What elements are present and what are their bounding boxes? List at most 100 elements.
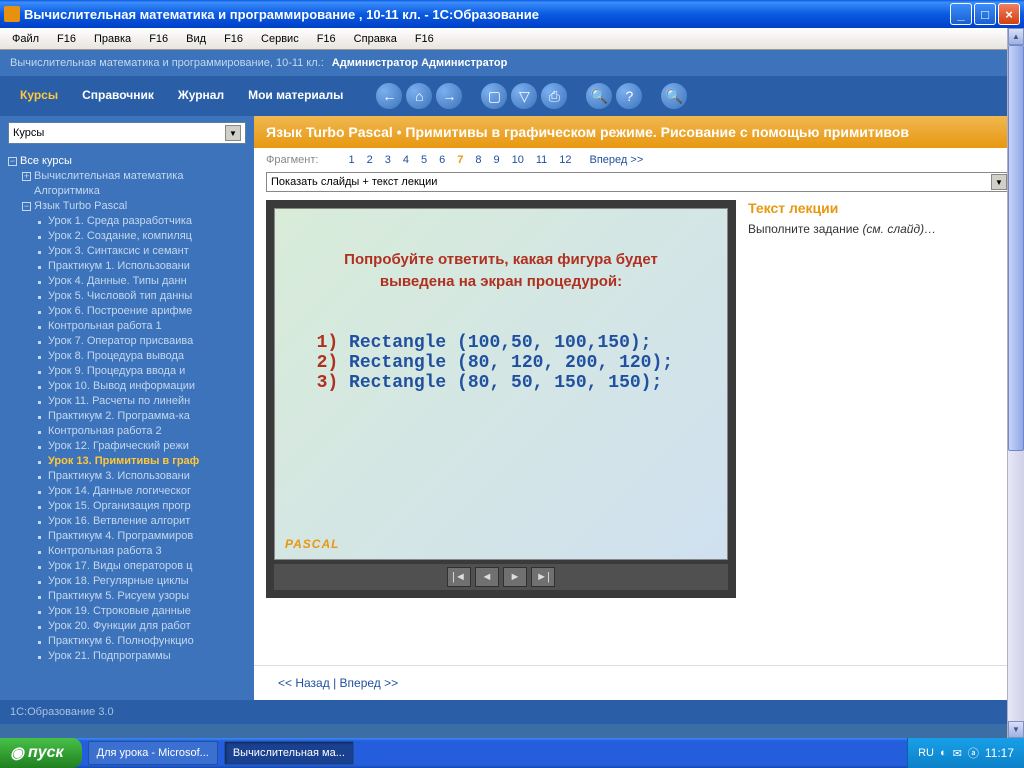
tree-leaf[interactable]: Урок 17. Виды операторов ц	[36, 559, 254, 574]
tree-leaf[interactable]: Урок 4. Данные. Типы данн	[36, 274, 254, 289]
window-scrollbar[interactable]: ▲ ▼	[1007, 28, 1024, 738]
help-icon[interactable]: ?	[615, 82, 643, 110]
course-tree: −Все курсы +Вычислительная математика +А…	[0, 150, 254, 700]
nav-forward-icon[interactable]: →	[435, 82, 463, 110]
tree-leaf[interactable]: Урок 15. Организация прогр	[36, 499, 254, 514]
zoom-icon[interactable]: 🔍	[660, 82, 688, 110]
tree-leaf[interactable]: Урок 9. Процедура ввода и	[36, 364, 254, 379]
dropdown-icon[interactable]: ▼	[225, 125, 241, 141]
tree-leaf[interactable]: Практикум 3. Использовани	[36, 469, 254, 484]
breadcrumb-path: Вычислительная математика и программиров…	[10, 57, 324, 69]
tree-leaf[interactable]: Урок 14. Данные логическог	[36, 484, 254, 499]
fragment-page[interactable]: 6	[433, 152, 451, 168]
tool1-icon[interactable]: ▢	[480, 82, 508, 110]
tree-leaf[interactable]: Урок 19. Строковые данные	[36, 604, 254, 619]
maximize-button[interactable]: □	[974, 3, 996, 25]
tree-leaf[interactable]: Практикум 6. Полнофункцио	[36, 634, 254, 649]
bottom-back[interactable]: << Назад	[278, 676, 330, 690]
tab-courses[interactable]: Курсы	[8, 76, 70, 116]
fragment-forward[interactable]: Вперед >>	[590, 154, 644, 166]
tree-leaf[interactable]: Урок 10. Вывод информации	[36, 379, 254, 394]
taskbar-item-active[interactable]: Вычислительная ма...	[224, 741, 354, 765]
tab-my-materials[interactable]: Мои материалы	[236, 76, 355, 116]
tree-leaf[interactable]: Контрольная работа 1	[36, 319, 254, 334]
search-icon[interactable]: 🔍	[585, 82, 613, 110]
close-button[interactable]: ×	[998, 3, 1020, 25]
dropdown-icon[interactable]: ▼	[991, 174, 1007, 190]
menu-file[interactable]: Файл	[6, 31, 45, 47]
tree-branch[interactable]: −Язык Turbo Pascal Урок 1. Среда разрабо…	[22, 199, 254, 664]
tree-leaf[interactable]: Урок 18. Регулярные циклы	[36, 574, 254, 589]
tree-branch[interactable]: +Вычислительная математика	[22, 169, 254, 184]
slide-prev-icon[interactable]: ◄	[475, 567, 499, 587]
tree-leaf[interactable]: Урок 1. Среда разработчика	[36, 214, 254, 229]
tree-leaf[interactable]: Урок 21. Подпрограммы	[36, 649, 254, 664]
statusbar-text: 1С:Образование 3.0	[10, 706, 114, 718]
fragment-page[interactable]: 8	[469, 152, 487, 168]
tree-leaf[interactable]: Практикум 4. Программиров	[36, 529, 254, 544]
sidebar-select-value: Курсы	[13, 127, 44, 139]
fragment-page[interactable]: 4	[397, 152, 415, 168]
tree-leaf[interactable]: Урок 20. Функции для работ	[36, 619, 254, 634]
menu-help[interactable]: Справка	[348, 31, 403, 47]
fragment-page[interactable]: 12	[553, 152, 577, 168]
slide-next-icon[interactable]: ►	[503, 567, 527, 587]
tray-icon[interactable]: ◐	[940, 747, 947, 759]
tree-leaf[interactable]: Урок 13. Примитивы в граф	[36, 454, 254, 469]
tree-leaf[interactable]: Урок 11. Расчеты по линейн	[36, 394, 254, 409]
fragment-page[interactable]: 5	[415, 152, 433, 168]
slide-mode-select[interactable]: Показать слайды + текст лекции ▼	[266, 172, 1012, 192]
slide-first-icon[interactable]: |◄	[447, 567, 471, 587]
tray-lang[interactable]: RU	[918, 747, 934, 759]
fragment-page[interactable]: 7	[451, 152, 469, 168]
scroll-up-icon[interactable]: ▲	[1008, 28, 1024, 45]
tree-leaf[interactable]: Контрольная работа 2	[36, 424, 254, 439]
menu-service[interactable]: Сервис	[255, 31, 305, 47]
tree-branch[interactable]: +Алгоритмика	[22, 184, 254, 199]
tree-leaf[interactable]: Урок 7. Оператор присваива	[36, 334, 254, 349]
tray-icon[interactable]: ✉	[953, 747, 962, 760]
tray-clock[interactable]: 11:17	[985, 746, 1014, 760]
slide-last-icon[interactable]: ►|	[531, 567, 555, 587]
nav-back-icon[interactable]: ←	[375, 82, 403, 110]
fragment-page[interactable]: 1	[342, 152, 360, 168]
tab-journal[interactable]: Журнал	[166, 76, 236, 116]
start-button[interactable]: ◉пуск	[0, 738, 82, 768]
fragment-page[interactable]: 3	[379, 152, 397, 168]
tree-leaf[interactable]: Практикум 1. Использовани	[36, 259, 254, 274]
tree-leaf[interactable]: Урок 6. Построение арифме	[36, 304, 254, 319]
tree-leaf[interactable]: Контрольная работа 3	[36, 544, 254, 559]
tree-root[interactable]: −Все курсы	[8, 154, 254, 169]
tree-leaf[interactable]: Практикум 5. Рисуем узоры	[36, 589, 254, 604]
tab-reference[interactable]: Справочник	[70, 76, 166, 116]
fragment-page[interactable]: 11	[530, 152, 553, 168]
print-icon[interactable]: ⎙	[540, 82, 568, 110]
tool2-icon[interactable]: ▽	[510, 82, 538, 110]
fragment-page[interactable]: 10	[506, 152, 530, 168]
taskbar-item[interactable]: Для урока - Microsof...	[88, 741, 218, 765]
tree-leaf[interactable]: Практикум 2. Программа-ка	[36, 409, 254, 424]
tree-leaf[interactable]: Урок 8. Процедура вывода	[36, 349, 254, 364]
sidebar-select[interactable]: Курсы ▼	[8, 122, 246, 144]
scroll-thumb[interactable]	[1008, 45, 1024, 451]
tree-leaf[interactable]: Урок 12. Графический режи	[36, 439, 254, 454]
menu-f16[interactable]: F16	[51, 31, 82, 47]
fragment-page[interactable]: 2	[361, 152, 379, 168]
fragment-page[interactable]: 9	[487, 152, 505, 168]
tree-leaf[interactable]: Урок 5. Числовой тип данны	[36, 289, 254, 304]
scroll-down-icon[interactable]: ▼	[1008, 721, 1024, 738]
tree-leaf[interactable]: Урок 2. Создание, компиляц	[36, 229, 254, 244]
menu-f16[interactable]: F16	[311, 31, 342, 47]
bottom-forward[interactable]: Вперед >>	[340, 676, 399, 690]
tree-leaf[interactable]: Урок 3. Синтаксис и семант	[36, 244, 254, 259]
home-icon[interactable]: ⌂	[405, 82, 433, 110]
menu-f16[interactable]: F16	[218, 31, 249, 47]
lecture-text-body: Выполните задание (см. слайд)…	[748, 222, 1012, 236]
menu-f16[interactable]: F16	[409, 31, 440, 47]
menu-edit[interactable]: Правка	[88, 31, 137, 47]
minimize-button[interactable]: _	[950, 3, 972, 25]
menu-view[interactable]: Вид	[180, 31, 212, 47]
tray-icon[interactable]: ⓐ	[968, 745, 979, 761]
tree-leaf[interactable]: Урок 16. Ветвление алгорит	[36, 514, 254, 529]
menu-f16[interactable]: F16	[143, 31, 174, 47]
